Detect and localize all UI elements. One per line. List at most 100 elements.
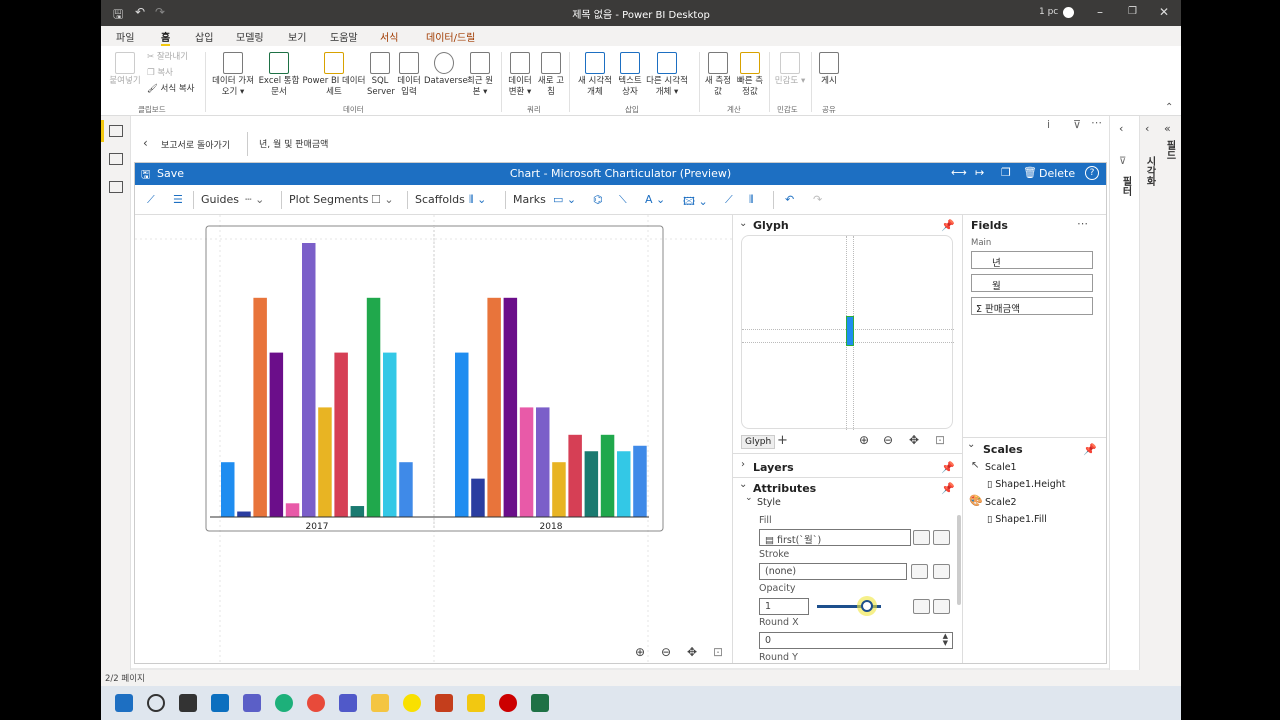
bar-2018-5[interactable] — [519, 407, 534, 517]
layers-title[interactable]: Layers — [753, 461, 794, 474]
data-axis-icon[interactable]: ⟋ — [725, 193, 733, 207]
nested-chart-icon[interactable]: ⫴ — [749, 193, 754, 207]
bar-2017-7[interactable] — [318, 407, 332, 517]
publish-button[interactable]: 게시 — [815, 52, 843, 87]
bar-2017-10[interactable] — [366, 297, 381, 517]
text-mark-icon[interactable]: A ⌄ — [645, 193, 665, 206]
zoom-in-icon[interactable]: ⊕ — [635, 645, 645, 659]
filters-pane-collapsed[interactable]: ‹ ⊽ 필터 — [1109, 116, 1139, 672]
bar-2018-9[interactable] — [584, 451, 599, 517]
add-glyph-icon[interactable]: + — [777, 433, 788, 448]
chevron-down-icon[interactable]: ⌄ — [739, 479, 747, 490]
trash-icon[interactable]: 🗑 — [1023, 166, 1037, 179]
fields-pane-label[interactable]: 필드 — [1162, 140, 1177, 160]
close-icon[interactable]: ✕ — [1159, 5, 1169, 19]
redo-icon[interactable]: ↷ — [813, 193, 822, 206]
widgets-icon[interactable] — [211, 694, 229, 712]
filters-pane-label[interactable]: 필터 — [1118, 176, 1133, 196]
bar-2017-8[interactable] — [334, 352, 348, 517]
rect-mark-icon[interactable]: ▭ ⌄ — [553, 193, 576, 206]
stepper-icon[interactable]: ▲ ▼ — [943, 633, 948, 647]
new-measure-button[interactable]: 새 측정값 — [703, 52, 733, 98]
scaffolds-menu[interactable]: Scaffolds — [415, 193, 465, 206]
chevron-down-icon[interactable]: ⌄ — [739, 218, 747, 229]
refresh-button[interactable]: 새로 고침 — [537, 52, 565, 98]
bar-2017-2[interactable] — [237, 511, 251, 517]
zoom-fit-icon[interactable]: ⊡ — [713, 645, 723, 659]
quick-measure-button[interactable]: 빠른 측정값 — [735, 52, 765, 98]
bar-2018-12[interactable] — [633, 445, 647, 517]
glyph-zoom-out-icon[interactable]: ⊖ — [883, 433, 893, 447]
pbi-dataset-button[interactable]: Power BI 데이터 세트 — [301, 52, 367, 98]
file-explorer-icon[interactable] — [371, 694, 389, 712]
chevron-left-icon[interactable]: ‹ — [1145, 122, 1149, 135]
bar-2017-9[interactable] — [350, 506, 365, 517]
zoom-out-icon[interactable]: ⊖ — [661, 645, 671, 659]
opacity-input[interactable]: 1 — [759, 598, 809, 615]
bar-2017-3[interactable] — [253, 297, 267, 517]
tab-modeling[interactable]: 모델링 — [236, 29, 264, 44]
bar-2018-11[interactable] — [617, 451, 631, 517]
collapse-ribbon-icon[interactable]: ⌃ — [1165, 102, 1173, 113]
tab-data-drill[interactable]: 데이터/드릴 — [426, 29, 475, 44]
more-options-icon[interactable]: ⋯ — [1091, 116, 1102, 129]
image-mark-icon[interactable]: 🖾 ⌄ — [683, 193, 708, 212]
enter-data-button[interactable]: 데이터 입력 — [395, 52, 423, 98]
info-icon[interactable]: i — [1047, 118, 1050, 131]
bar-2017-12[interactable] — [399, 462, 413, 517]
bar-2018-2[interactable] — [471, 478, 485, 517]
plot-segments-menu[interactable]: Plot Segments — [289, 193, 368, 206]
line-mark-icon[interactable]: ⟍ — [619, 193, 627, 207]
recent-sources-button[interactable]: 최근 원본 ▾ — [465, 52, 495, 98]
sql-server-button[interactable]: SQL Server — [367, 52, 395, 98]
minimize-icon[interactable]: – — [1097, 5, 1103, 19]
glyph-zoom-fit-icon[interactable]: ⊡ — [935, 433, 945, 447]
color-picker-icon[interactable] — [911, 564, 928, 579]
new-visual-button[interactable]: 새 시각적 개체 — [573, 52, 617, 98]
bar-2018-3[interactable] — [487, 297, 501, 517]
pin-icon[interactable]: 📌 — [1083, 443, 1097, 456]
help-icon[interactable]: ? — [1085, 166, 1099, 180]
tab-view[interactable]: 보기 — [288, 29, 306, 44]
copy-icon[interactable]: ❐ — [1001, 166, 1011, 179]
link-icon[interactable] — [933, 530, 950, 545]
transform-data-button[interactable]: 데이터 변환 ▾ — [505, 52, 535, 98]
copy-button[interactable]: ❐ 복사 — [147, 68, 173, 79]
user-label[interactable]: 1 pc — [1039, 7, 1058, 17]
avatar[interactable] — [1063, 7, 1074, 18]
bar-2017-1[interactable] — [221, 462, 235, 517]
shrink-width-icon[interactable]: ⟷ — [951, 166, 967, 179]
delete-button[interactable]: Delete — [1039, 167, 1075, 180]
dataverse-button[interactable]: Dataverse — [424, 52, 468, 87]
back-arrow-icon[interactable]: ‹ — [143, 136, 148, 150]
bar-2017-4[interactable] — [269, 352, 284, 517]
recorder-icon[interactable] — [499, 694, 517, 712]
fill-input[interactable]: ▤ first(`월`) — [759, 529, 911, 546]
more-visuals-button[interactable]: 다른 시각적 개체 ▾ — [644, 52, 690, 98]
undo-icon[interactable]: ↶ — [785, 193, 794, 206]
stroke-input[interactable]: (none) — [759, 563, 907, 580]
chevron-left-icon[interactable]: ‹ — [1119, 122, 1123, 135]
bar-2017-11[interactable] — [383, 352, 397, 517]
double-chevron-left-icon[interactable]: « — [1164, 122, 1171, 135]
bar-2017-6[interactable] — [302, 243, 316, 517]
link-icon[interactable]: ⟋ — [147, 193, 155, 207]
tab-insert[interactable]: 삽입 — [195, 29, 213, 44]
restore-icon[interactable]: ❐ — [1128, 6, 1137, 17]
visualizations-pane-collapsed[interactable]: ‹ « 시각화 필드 — [1139, 116, 1181, 672]
tab-help[interactable]: 도움말 — [330, 29, 358, 44]
edge-icon[interactable] — [275, 694, 293, 712]
chrome-icon[interactable] — [307, 694, 325, 712]
text-box-button[interactable]: 텍스트 상자 — [617, 52, 643, 98]
scale-target-item[interactable]: ▯ Shape1.Height — [987, 479, 1065, 490]
glyph-zoom-in-icon[interactable]: ⊕ — [859, 433, 869, 447]
pan-icon[interactable]: ✥ — [687, 645, 697, 659]
more-options-icon[interactable]: ⋯ — [1077, 217, 1088, 230]
pin-icon[interactable]: 📌 — [941, 461, 955, 474]
glyph-tab[interactable]: Glyph — [741, 435, 776, 449]
bar-2018-4[interactable] — [503, 297, 518, 517]
eraser-icon[interactable] — [913, 599, 930, 614]
bar-2018-8[interactable] — [568, 434, 582, 517]
cut-button[interactable]: ✂ 잘라내기 — [147, 52, 188, 63]
opacity-slider-handle[interactable] — [861, 600, 873, 612]
